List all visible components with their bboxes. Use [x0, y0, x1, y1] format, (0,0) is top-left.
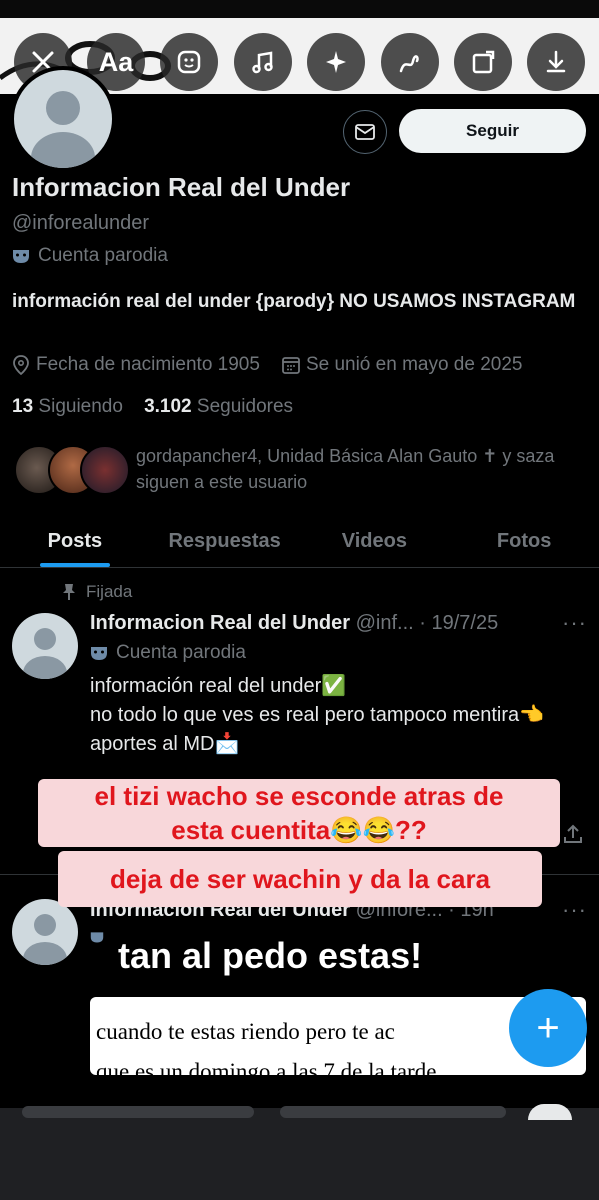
tab-posts[interactable]: Posts: [0, 515, 150, 567]
tab-fotos[interactable]: Fotos: [449, 515, 599, 567]
draw-icon[interactable]: [380, 33, 439, 91]
meme-caption-2: que es un domingo a las 7 de la tarde: [96, 1059, 437, 1075]
envelope-icon[interactable]: [343, 110, 387, 154]
profile-meta: Fecha de nacimiento 1905 Se unió en mayo…: [12, 354, 523, 376]
more-icon[interactable]: ···: [562, 897, 587, 923]
post-parody-label: Cuenta parodia: [90, 642, 246, 664]
post-parody-text: Cuenta parodia: [116, 642, 246, 663]
calendar-icon: [282, 357, 300, 374]
tab-respuestas[interactable]: Respuestas: [150, 515, 300, 567]
tab-videos[interactable]: Videos: [300, 515, 450, 567]
birth-date: Fecha de nacimiento 1905: [36, 354, 260, 375]
post-meta: @inf... · 19/7/25: [355, 612, 499, 634]
follower-avatar[interactable]: [80, 445, 130, 495]
bottom-pill[interactable]: [280, 1106, 506, 1118]
more-icon[interactable]: ···: [562, 610, 587, 636]
music-icon[interactable]: [233, 33, 292, 91]
post-header: Informacion Real del Under @inf... · 19/…: [90, 612, 498, 635]
mask-icon: [13, 250, 29, 263]
sparkle-icon[interactable]: [307, 33, 366, 91]
bottom-bar: [0, 1108, 599, 1200]
location-pin-icon: [13, 355, 29, 375]
followers-link[interactable]: 3.102 Seguidores: [144, 396, 293, 417]
followed-by-text[interactable]: gordapancher4, Unidad Básica Alan Gauto …: [136, 443, 586, 495]
share-icon[interactable]: [562, 823, 584, 845]
crop-icon[interactable]: [453, 33, 512, 91]
following-label: Siguiendo: [38, 396, 123, 417]
download-icon[interactable]: [527, 33, 586, 91]
home-indicator[interactable]: [528, 1104, 572, 1120]
following-link[interactable]: 13 Siguiendo: [12, 396, 123, 417]
post-line: información real del under✅: [90, 675, 347, 697]
profile-avatar[interactable]: [10, 66, 116, 172]
followers-count: 3.102: [144, 396, 192, 417]
pinned-label: Fijada: [62, 582, 132, 602]
profile-handle: @inforealunder: [12, 212, 150, 234]
followers-label: Seguidores: [196, 396, 294, 417]
post-avatar[interactable]: [12, 899, 78, 965]
overlay-text-3[interactable]: tan al pedo estas!: [118, 935, 422, 977]
post-line: no todo lo que ves es real pero tampoco …: [90, 704, 545, 726]
profile-bio: información real del under {parody} NO U…: [12, 291, 576, 312]
post-body: información real del under✅ no todo lo q…: [90, 672, 570, 759]
overlay-text-2[interactable]: deja de ser wachin y da la cara: [58, 851, 542, 907]
sticker-icon[interactable]: [160, 33, 219, 91]
post-author[interactable]: Informacion Real del Under: [90, 612, 350, 634]
join-date: Se unió en mayo de 2025: [305, 354, 523, 375]
profile-tabs: Posts Respuestas Videos Fotos: [0, 515, 599, 568]
profile-name: Informacion Real del Under: [12, 172, 351, 202]
pin-icon: [63, 584, 75, 600]
compose-button[interactable]: +: [509, 989, 587, 1067]
follow-stats: 13 Siguiendo 3.102 Seguidores: [12, 396, 293, 418]
pinned-text: Fijada: [86, 582, 133, 601]
follow-button[interactable]: Seguir: [399, 109, 586, 153]
parody-label: Cuenta parodia: [12, 245, 168, 267]
overlay-line: el tizi wacho se esconde atras de: [94, 781, 504, 811]
parody-text: Cuenta parodia: [38, 245, 168, 266]
text-label: Aa: [98, 46, 134, 77]
post-avatar[interactable]: [12, 613, 78, 679]
mask-icon: [91, 647, 107, 660]
bottom-pill[interactable]: [22, 1106, 254, 1118]
post-line: aportes al MD📩: [90, 733, 240, 755]
status-bar: [0, 0, 599, 18]
overlay-line: esta cuentita😂😂??: [171, 815, 427, 845]
overlay-text-1[interactable]: el tizi wacho se esconde atras de esta c…: [38, 779, 560, 847]
following-count: 13: [12, 396, 34, 417]
mask-icon: [90, 932, 104, 943]
